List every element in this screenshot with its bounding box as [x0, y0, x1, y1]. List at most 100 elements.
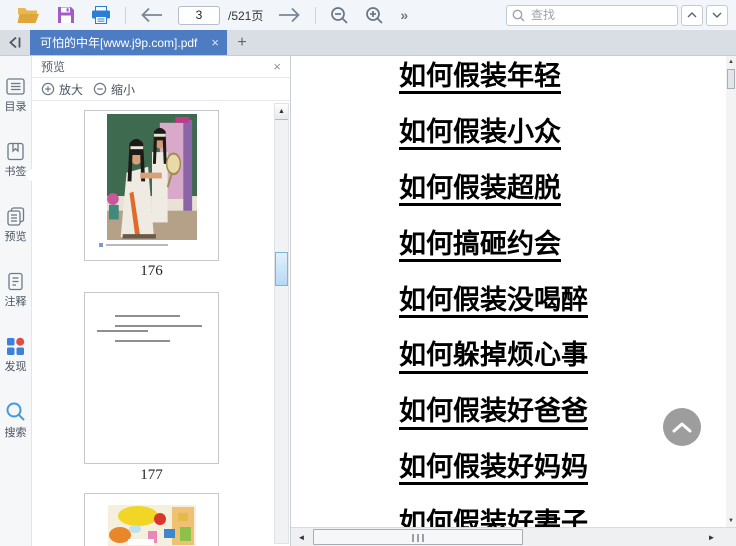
search-icon	[5, 401, 27, 423]
chapter-link[interactable]: 如何假装好爸爸	[399, 397, 588, 430]
chapter-link[interactable]: 如何躲掉烦心事	[399, 341, 588, 374]
thumbnail-zoom-out-label: 缩小	[111, 82, 136, 97]
find-input[interactable]	[506, 4, 678, 26]
thumbnail-scrollbar-thumb[interactable]	[275, 252, 288, 286]
tab-close-icon[interactable]: ×	[209, 35, 221, 50]
scroll-right-icon[interactable]: ►	[703, 529, 720, 546]
thumbnail-page-number: 176	[140, 263, 163, 279]
vertical-scrollbar-thumb[interactable]	[727, 69, 735, 89]
chapter-link[interactable]: 如何假装超脱	[399, 173, 561, 206]
document-tab-active[interactable]: 可怕的中年[www.j9p.com].pdf ×	[30, 30, 227, 55]
chapter-row: 如何假装超脱	[399, 173, 726, 230]
sidebar-item-annotations[interactable]: 注释	[0, 271, 31, 309]
active-panel-pointer	[25, 168, 33, 182]
preview-icon	[5, 206, 26, 227]
zoom-in-button[interactable]	[363, 4, 386, 27]
bookmark-icon	[5, 141, 26, 162]
new-tab-button[interactable]: +	[227, 30, 257, 55]
scroll-up-icon[interactable]: ▲	[726, 56, 736, 68]
page-thumbnail-177[interactable]	[84, 292, 219, 464]
tab-title: 可怕的中年[www.j9p.com].pdf	[40, 36, 198, 50]
chapter-list: 如何假装年轻 如何假装小众 如何假装超脱 如何搞砸约会 如何假装没喝醉 如何躲掉…	[292, 56, 726, 527]
print-button[interactable]	[89, 4, 113, 26]
text-line	[115, 325, 202, 327]
thumbnail-zoom-in-label: 放大	[59, 82, 84, 97]
thumbnail-list: 176 177 ▲	[32, 101, 291, 546]
preview-panel-header: 预览 ×	[32, 56, 290, 78]
chevron-up-icon	[672, 422, 692, 433]
next-page-button[interactable]	[275, 5, 303, 25]
more-tools-button[interactable]: »	[398, 5, 410, 25]
sidebar-item-toc[interactable]: 目录	[0, 76, 31, 114]
vertical-scrollbar[interactable]: ▲ ▼	[726, 56, 736, 527]
chapter-link[interactable]: 如何假装年轻	[399, 61, 561, 95]
scroll-up-icon[interactable]: ▲	[275, 104, 288, 120]
arrow-right-icon	[277, 7, 301, 23]
chapter-link[interactable]: 如何假装小众	[399, 117, 561, 151]
document-view: 如何假装年轻 如何假装小众 如何假装超脱 如何搞砸约会 如何假装没喝醉 如何躲掉…	[292, 56, 726, 527]
find-next-button[interactable]	[706, 4, 728, 26]
text-line	[97, 330, 148, 332]
thumbnail-page-number: 177	[140, 467, 163, 483]
scroll-left-icon[interactable]: ◄	[293, 529, 310, 546]
sidebar-label: 注释	[4, 296, 27, 308]
previous-page-button[interactable]	[138, 5, 166, 25]
page-thumbnail-176[interactable]	[84, 110, 219, 261]
chapter-row: 如何躲掉烦心事	[399, 341, 726, 397]
chevron-left-bar-icon	[8, 36, 22, 49]
thumbnail-zoom-in-button[interactable]: 放大	[41, 81, 83, 98]
horizontal-scrollbar[interactable]: ◄ ►	[291, 527, 736, 546]
chapter-row: 如何假装好妻子	[399, 508, 726, 527]
annotation-icon	[5, 271, 26, 292]
colorful-illustration	[107, 505, 196, 546]
open-file-button[interactable]	[14, 4, 43, 27]
navigation-sidebar: 目录 书签 预览 注释 发现 搜索	[0, 56, 32, 546]
sidebar-label: 目录	[4, 101, 27, 113]
thumbnail-zoom-row: 放大 缩小	[32, 78, 290, 101]
chapter-link[interactable]: 如何搞砸约会	[399, 229, 561, 262]
chapter-row: 如何假装好妈妈	[399, 453, 726, 509]
collapse-tabs-button[interactable]	[0, 30, 30, 55]
toolbar-separator	[315, 6, 317, 24]
discover-icon	[5, 336, 26, 357]
save-button[interactable]	[55, 4, 77, 26]
search-icon	[512, 9, 525, 22]
preview-panel: 预览 × 放大 缩小 176 177 ▲	[32, 56, 291, 546]
find-previous-button[interactable]	[681, 4, 703, 26]
zoom-out-circle-icon	[93, 82, 107, 96]
thumbnail-scrollbar[interactable]: ▲	[274, 103, 289, 544]
scroll-down-icon[interactable]: ▼	[726, 515, 736, 527]
chapter-row: 如何搞砸约会	[399, 229, 726, 286]
chapter-link[interactable]: 如何假装好妻子	[399, 508, 588, 527]
chevron-up-icon	[687, 12, 697, 18]
chapter-link[interactable]: 如何假装没喝醉	[399, 285, 588, 318]
open-folder-icon	[16, 6, 41, 25]
thumbnail-caption	[99, 243, 208, 247]
chapter-row: 如何假装年轻	[399, 61, 726, 118]
tab-bar: 可怕的中年[www.j9p.com].pdf × +	[0, 30, 736, 56]
zoom-in-icon	[365, 6, 384, 25]
sidebar-item-preview[interactable]: 预览	[0, 206, 31, 244]
chapter-link[interactable]: 如何假装好妈妈	[399, 453, 588, 486]
sidebar-item-search[interactable]: 搜索	[0, 401, 31, 440]
sidebar-label: 发现	[4, 361, 27, 373]
pdf-reader-window: /521页 »	[0, 0, 736, 546]
print-icon	[91, 6, 111, 24]
page-total-label: /521页	[228, 8, 264, 23]
zoom-out-icon	[330, 6, 349, 25]
chapter-row: 如何假装没喝醉	[399, 285, 726, 342]
zoom-in-circle-icon	[41, 82, 55, 96]
back-to-top-button[interactable]	[663, 408, 701, 446]
close-icon[interactable]: ×	[273, 59, 281, 74]
arrow-left-icon	[140, 7, 164, 23]
page-thumbnail-next[interactable]	[84, 493, 219, 546]
page-number-input[interactable]	[178, 5, 220, 25]
horizontal-scrollbar-thumb[interactable]	[313, 529, 523, 545]
find-bar	[506, 4, 728, 26]
zoom-out-button[interactable]	[328, 4, 351, 27]
main-toolbar: /521页 »	[0, 0, 736, 30]
thumbnail-zoom-out-button[interactable]: 缩小	[93, 81, 135, 98]
sidebar-item-discover[interactable]: 发现	[0, 336, 31, 374]
sidebar-label: 搜索	[4, 427, 27, 439]
toolbar-separator	[125, 6, 126, 24]
